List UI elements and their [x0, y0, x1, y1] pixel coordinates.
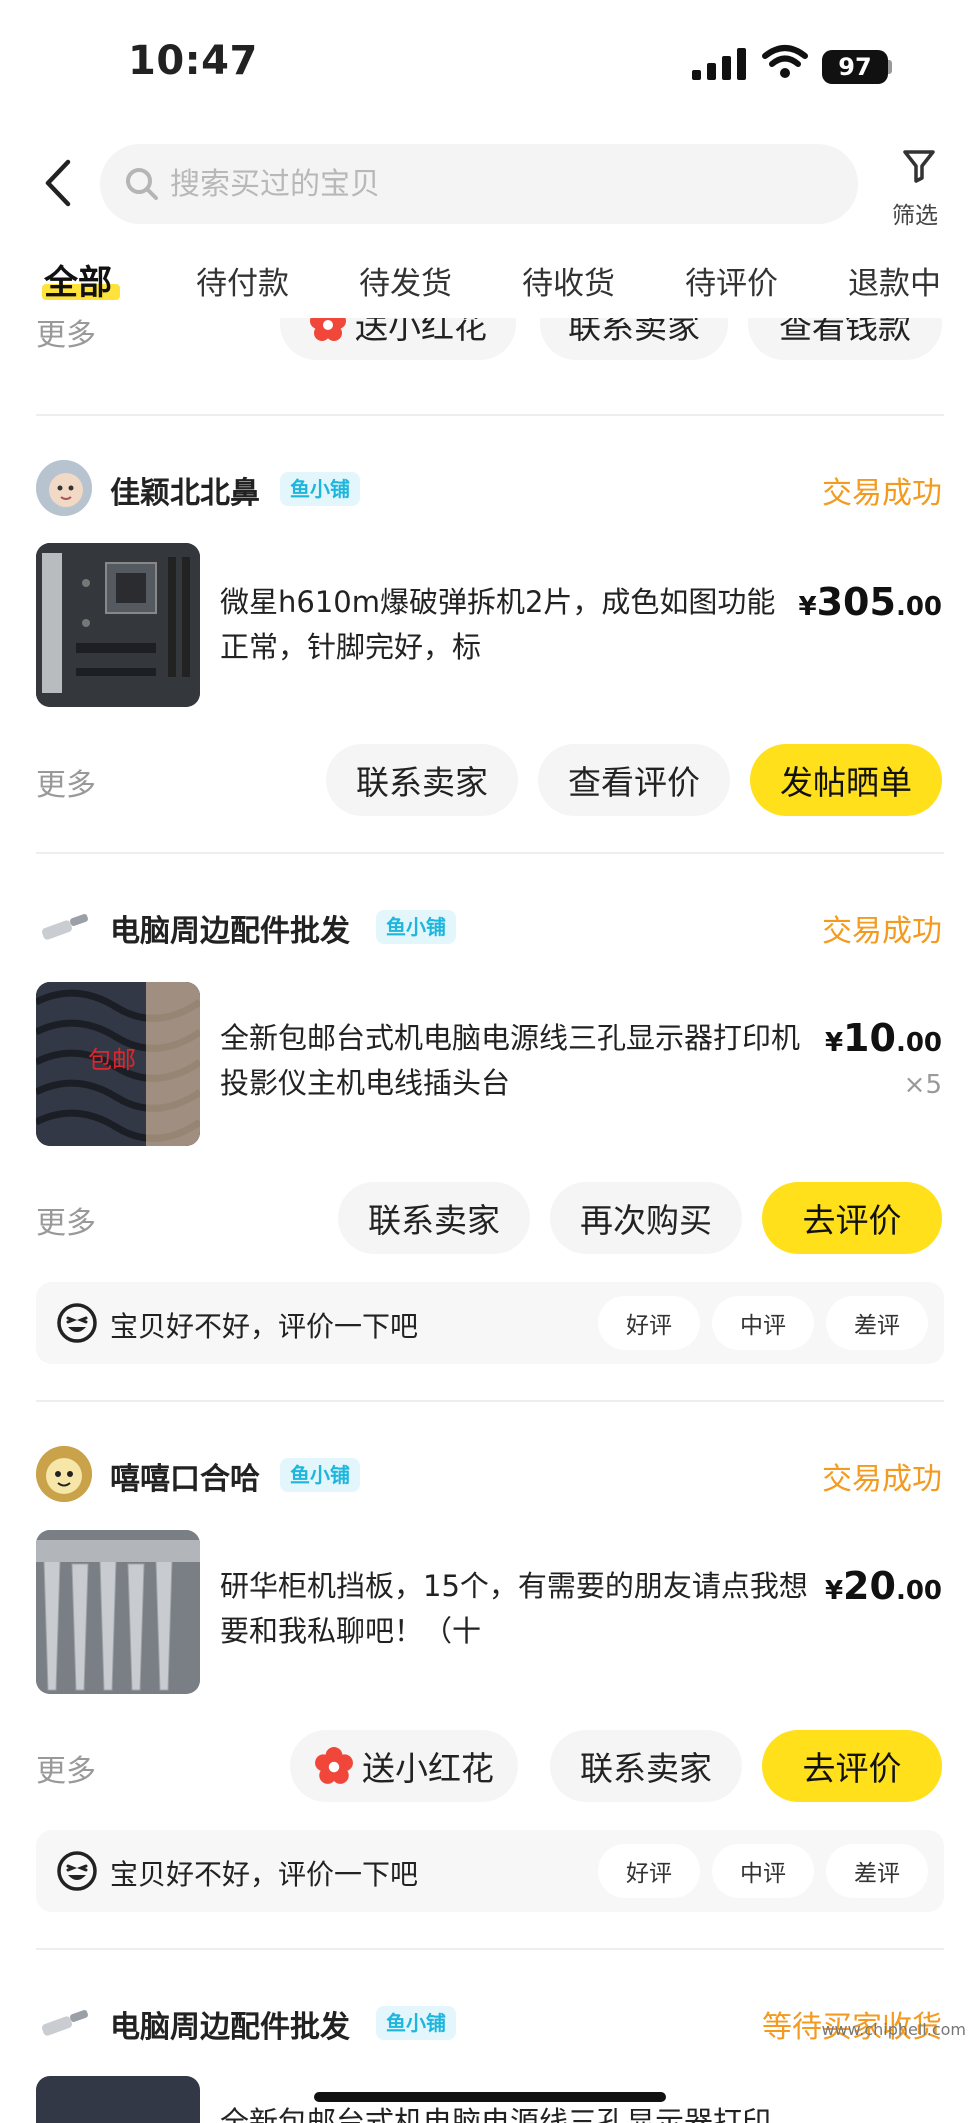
- product-price: ¥10.00: [825, 1016, 942, 1060]
- back-arrow-icon[interactable]: [40, 158, 74, 208]
- status-time: 10:47: [128, 38, 258, 84]
- shop-name[interactable]: 电脑周边配件批发: [110, 2002, 350, 2046]
- tab-pending-receipt[interactable]: 待收货: [522, 258, 615, 303]
- avatar-cartoon-image: [36, 1446, 92, 1502]
- price-currency: ¥: [798, 592, 817, 622]
- shop-name[interactable]: 电脑周边配件批发: [110, 906, 350, 950]
- shop-name[interactable]: 佳颖北北鼻: [110, 468, 260, 512]
- thumb-overlay-text: 包邮: [88, 1046, 136, 1074]
- shop-badge: 鱼小铺: [280, 472, 360, 506]
- product-title-clip: 全新包邮台式机电脑电源线三孔显示器打印: [220, 2100, 800, 2123]
- review-prompt-text: 宝贝好不好，评价一下吧: [110, 1858, 419, 1891]
- price-currency: ¥: [824, 1028, 844, 1058]
- good-review-button[interactable]: 好评: [598, 1844, 700, 1898]
- more-link[interactable]: 更多: [36, 1198, 96, 1242]
- cellular-signal-icon: [692, 48, 746, 80]
- view-payment-button[interactable]: 查看钱款: [748, 318, 942, 360]
- price-decimal: .00: [895, 1028, 942, 1058]
- search-input[interactable]: [170, 148, 830, 220]
- tab-refunding[interactable]: 退款中: [848, 258, 941, 303]
- face-emoji-icon: [57, 1851, 97, 1891]
- send-flower-label: 送小红花: [355, 318, 487, 346]
- tab-pending-shipment[interactable]: 待发货: [359, 258, 452, 303]
- order-status: 交易成功: [822, 1462, 942, 1497]
- price-integer: 305: [816, 580, 896, 624]
- flower-icon: [310, 318, 346, 341]
- shop-avatar[interactable]: [36, 1994, 92, 2050]
- product-price: ¥20.00: [825, 1564, 942, 1608]
- watermark-text: www.chiphell.com: [821, 2020, 966, 2039]
- contact-seller-button[interactable]: 联系卖家: [540, 318, 728, 360]
- home-indicator[interactable]: [314, 2092, 666, 2102]
- tab-pending-payment[interactable]: 待付款: [196, 258, 289, 303]
- write-review-button[interactable]: 去评价: [762, 1182, 942, 1254]
- review-prompt-text: 宝贝好不好，评价一下吧: [110, 1310, 419, 1343]
- bad-review-button[interactable]: 差评: [826, 1844, 928, 1898]
- more-link[interactable]: 更多: [36, 318, 96, 354]
- neutral-review-button[interactable]: 中评: [712, 1296, 814, 1350]
- product-price: ¥305.00: [799, 580, 942, 624]
- contact-seller-button[interactable]: 联系卖家: [550, 1730, 742, 1802]
- product-title[interactable]: 全新包邮台式机电脑电源线三孔显示器打印机投影仪主机电线插头台: [220, 1016, 800, 1106]
- product-thumbnail[interactable]: [36, 1530, 200, 1694]
- send-flower-button[interactable]: 送小红花: [290, 1730, 518, 1802]
- shop-avatar[interactable]: [36, 1446, 92, 1502]
- shop-badge: 鱼小铺: [376, 2006, 456, 2040]
- shop-avatar[interactable]: [36, 460, 92, 516]
- more-link[interactable]: 更多: [36, 1746, 96, 1790]
- product-quantity: ×5: [903, 1070, 942, 1100]
- tab-all[interactable]: 全部: [44, 255, 112, 304]
- product-title[interactable]: 研华柜机挡板，15个，有需要的朋友请点我想要和我私聊吧！（十: [220, 1564, 810, 1654]
- bad-review-button[interactable]: 差评: [826, 1296, 928, 1350]
- power-cables-image: 包邮: [36, 982, 200, 1146]
- filter-label[interactable]: 筛选: [892, 196, 938, 230]
- send-flower-label: 送小红花: [362, 1749, 494, 1788]
- search-icon: [126, 168, 158, 200]
- face-emoji-icon: [57, 1303, 97, 1343]
- view-review-button[interactable]: 查看评价: [538, 744, 730, 816]
- price-decimal: .00: [895, 592, 942, 622]
- good-review-button[interactable]: 好评: [598, 1296, 700, 1350]
- more-link[interactable]: 更多: [36, 760, 96, 804]
- divider: [36, 414, 944, 416]
- slot-brackets-image: [36, 1530, 200, 1694]
- shop-badge: 鱼小铺: [376, 910, 456, 944]
- write-review-button[interactable]: 去评价: [762, 1730, 942, 1802]
- shop-name[interactable]: 嘻嘻口合哈: [110, 1454, 260, 1498]
- product-thumbnail[interactable]: [36, 2076, 200, 2123]
- price-integer: 10: [843, 1016, 896, 1060]
- contact-seller-button[interactable]: 联系卖家: [326, 744, 518, 816]
- avatar-usb-hub-image: [36, 1994, 92, 2050]
- tab-pending-review[interactable]: 待评价: [685, 258, 778, 303]
- post-showcase-button[interactable]: 发帖晒单: [750, 744, 942, 816]
- send-flower-button[interactable]: 送小红花: [280, 318, 516, 360]
- battery-cap: [888, 60, 892, 74]
- order-status: 交易成功: [822, 476, 942, 511]
- contact-seller-button[interactable]: 联系卖家: [338, 1182, 530, 1254]
- battery-level: 97: [822, 50, 888, 84]
- partial-action-row: 更多 送小红花 联系卖家 查看钱款: [0, 318, 980, 378]
- product-title[interactable]: 微星h610m爆破弹拆机2片，成色如图功能正常，针脚完好，标: [220, 580, 790, 670]
- price-integer: 20: [843, 1564, 896, 1608]
- shop-badge: 鱼小铺: [280, 1458, 360, 1492]
- divider: [36, 1948, 944, 1950]
- product-thumbnail[interactable]: 包邮: [36, 982, 200, 1146]
- buy-again-button[interactable]: 再次购买: [550, 1182, 742, 1254]
- product-title[interactable]: 全新包邮台式机电脑电源线三孔显示器打印: [220, 2100, 800, 2123]
- product-thumbnail[interactable]: [36, 543, 200, 707]
- shop-avatar[interactable]: [36, 898, 92, 954]
- price-currency: ¥: [824, 1576, 844, 1606]
- motherboard-image: [36, 543, 200, 707]
- flower-icon: [315, 1747, 353, 1784]
- filter-funnel-icon[interactable]: [902, 148, 936, 184]
- price-decimal: .00: [895, 1576, 942, 1606]
- neutral-review-button[interactable]: 中评: [712, 1844, 814, 1898]
- wifi-icon: [762, 45, 808, 78]
- order-status: 交易成功: [822, 914, 942, 949]
- divider: [36, 852, 944, 854]
- divider: [36, 1400, 944, 1402]
- avatar-usb-hub-image: [36, 898, 92, 954]
- avatar-baby-image: [36, 460, 92, 516]
